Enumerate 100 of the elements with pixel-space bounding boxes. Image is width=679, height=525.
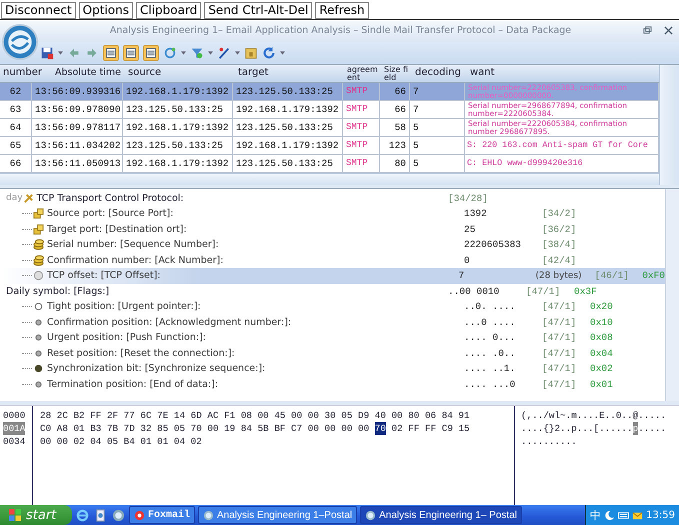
blocks-icon [33,208,44,220]
table-cell: 123 [380,136,410,154]
taskbar-button[interactable]: Analysis Engineering 1– Postal [360,506,522,524]
table-cell: 5 [410,154,465,172]
ascii-text: p [632,422,638,436]
input-method-indicator[interactable]: 中 [590,508,602,522]
table-cell: 5 [410,118,465,136]
taskbar-button[interactable]: Analysis Engineering 1–Postal [198,506,358,524]
tree-row[interactable]: Urgent position: [Push Function:]: .... 0... [47/1] 0x08 [0,330,665,346]
dot-icon [33,332,44,344]
column-header[interactable]: source [125,64,235,82]
caret-icon[interactable] [58,50,63,55]
tree-row[interactable]: Tight position: [Urgent pointer:]: ..0. .... [47/1] 0x20 [0,299,665,314]
hex-bytes: 28 2C B2 FF 2F 77 6C 7E 14 6D AC F1 08 00 45 00 00 30 05 D9 40 00 80 06 84 91 [40,409,470,422]
column-header[interactable]: decoding [412,64,467,82]
column-header[interactable]: agreement [345,64,382,82]
tree-row[interactable]: Termination position: [End of data:]: .... ...0 [47/1] 0x01 [0,376,665,392]
horizontal-scrollbar[interactable] [0,172,659,184]
mail-icon[interactable] [632,510,644,520]
session-button[interactable]: Refresh [315,2,369,19]
table-cell: 7 [410,82,465,100]
column-header[interactable]: Size field [382,64,412,82]
column-header[interactable]: Absolute time [52,64,125,82]
table-cell: 13:56:09.939316 [32,82,123,100]
table-cell: 192.168.1.179:1392 [123,154,233,172]
moon-icon[interactable] [604,510,616,520]
field-value: 7 [458,270,466,282]
column-header[interactable]: want [467,64,659,82]
dot-icon [33,363,44,374]
caret-icon[interactable] [181,50,186,55]
start-button[interactable]: start [0,505,72,525]
hex-offset: 0000 [3,409,26,422]
tree-label: Tight position: [Urgent pointer:]: [47,301,201,312]
vertical-scrollbar[interactable] [665,188,679,402]
clock[interactable]: 13:59 [646,510,675,520]
byte-offset: [42/4] [542,254,578,266]
tree-row[interactable]: Target port: [Destination ort]: 25 [36/2] [0,222,665,237]
session-button[interactable]: Send Ctrl-Alt-Del [204,2,312,19]
field-value: .... ..1. [464,363,516,374]
field-value: 25 [464,224,476,235]
session-button[interactable]: Clipboard [136,2,202,19]
app-logo-icon[interactable] [112,508,125,522]
taskbar-button[interactable]: Foxmail [129,506,196,524]
caret-icon[interactable] [280,50,285,55]
byte-offset: [36/2] [542,224,578,235]
field-value: 1392 [464,208,488,220]
browser-icon[interactable] [76,508,89,522]
view-toggle-icon[interactable] [103,44,119,61]
caret-icon[interactable] [208,50,213,55]
view-toggle-icon[interactable] [123,44,139,61]
tree-row[interactable]: Reset position: [Reset the connection:]: .... .0.. [47/1] 0x04 [0,346,665,361]
byte-offset: [47/1] [542,301,578,312]
table-cell: 66 [380,82,410,100]
tree-label: Urgent position: [Push Function:]: [47,332,206,344]
wand-icon[interactable] [217,46,231,60]
tree-row[interactable]: Source port: [Source Port]: 1392 [34/2] [0,206,665,222]
hex-bytes: C0 A8 01 B3 7B 7D 32 85 05 70 00 19 84 5B BF C7 00 00 00 00 [40,422,370,436]
keyboard-icon[interactable] [618,510,630,520]
hex-mask: 0x08 [590,332,613,344]
byte-offset: [34/2] [542,208,578,220]
tree-row[interactable]: Daily symbol: [Flags:] ..00 0010 [47/1] 0x3F [0,284,665,299]
column-header[interactable]: number [0,64,52,82]
hex-offset: 0034 [3,435,26,448]
table-cell: 192.168.1.179:1392 [233,136,343,154]
sync-icon[interactable] [163,46,177,60]
app-logo-icon [365,510,376,520]
tree-label: Synchronization bit: [Synchronize sequence:]: [47,363,266,374]
tree-row[interactable]: Confirmation number: [Ack Number]: 0 [42/4] [0,252,665,268]
refresh-icon[interactable] [262,46,276,60]
table-cell: 66 [380,100,410,118]
hex-mask: 0x20 [590,301,613,312]
packet-row[interactable]: 65 13:56:11.034202 123.125.50.133:25 192.168.1.179:1392 SMTP 123 5 S: 220 163.com Anti-spam GT for Core [0,136,659,154]
hex-bytes: 02 FF FF C9 15 [392,422,470,436]
byte-offset: [47/1] [542,378,578,390]
session-button[interactable]: Disconnect [1,2,76,19]
restore-icon[interactable] [643,26,652,36]
tree-row[interactable]: day TCP Transport Control Protocol: [34/28] [0,190,665,206]
save-icon[interactable] [40,46,54,60]
close-icon[interactable] [664,26,673,36]
table-cell: 58 [380,118,410,136]
tree-row[interactable]: Synchronization bit: [Synchronize sequence:]: .... ..1. [47/1] 0x02 [0,361,665,376]
table-cell: 123.125.50.133:25 [123,136,233,154]
vertical-scrollbar[interactable] [659,64,679,184]
dot-icon [33,378,44,390]
tree-label: Daily symbol: [Flags:] [6,286,110,297]
tree-row[interactable]: Serial number: [Sequence Number]: 2220605383 [38/4] [0,237,665,252]
caret-icon[interactable] [235,50,240,55]
view-toggle-icon[interactable] [143,44,159,61]
byte-offset: [47/1] [526,286,562,297]
table-cell: 123.125.50.133:25 [233,82,343,100]
tree-row[interactable]: Confirmation position: [Acknowledgment number:]: ...0 .... [47/1] 0x10 [0,314,665,330]
column-header[interactable]: target [235,64,345,82]
filter-icon[interactable] [190,46,204,60]
dot-icon [33,348,44,359]
table-cell: 192.168.1.179:1392 [233,100,343,118]
session-button[interactable]: Options [78,2,133,19]
document-icon[interactable] [94,508,107,522]
field-note: (28 bytes) [536,270,583,281]
tree-label: Reset position: [Reset the connection:]: [47,348,235,359]
ascii-text: ..... [638,422,666,436]
